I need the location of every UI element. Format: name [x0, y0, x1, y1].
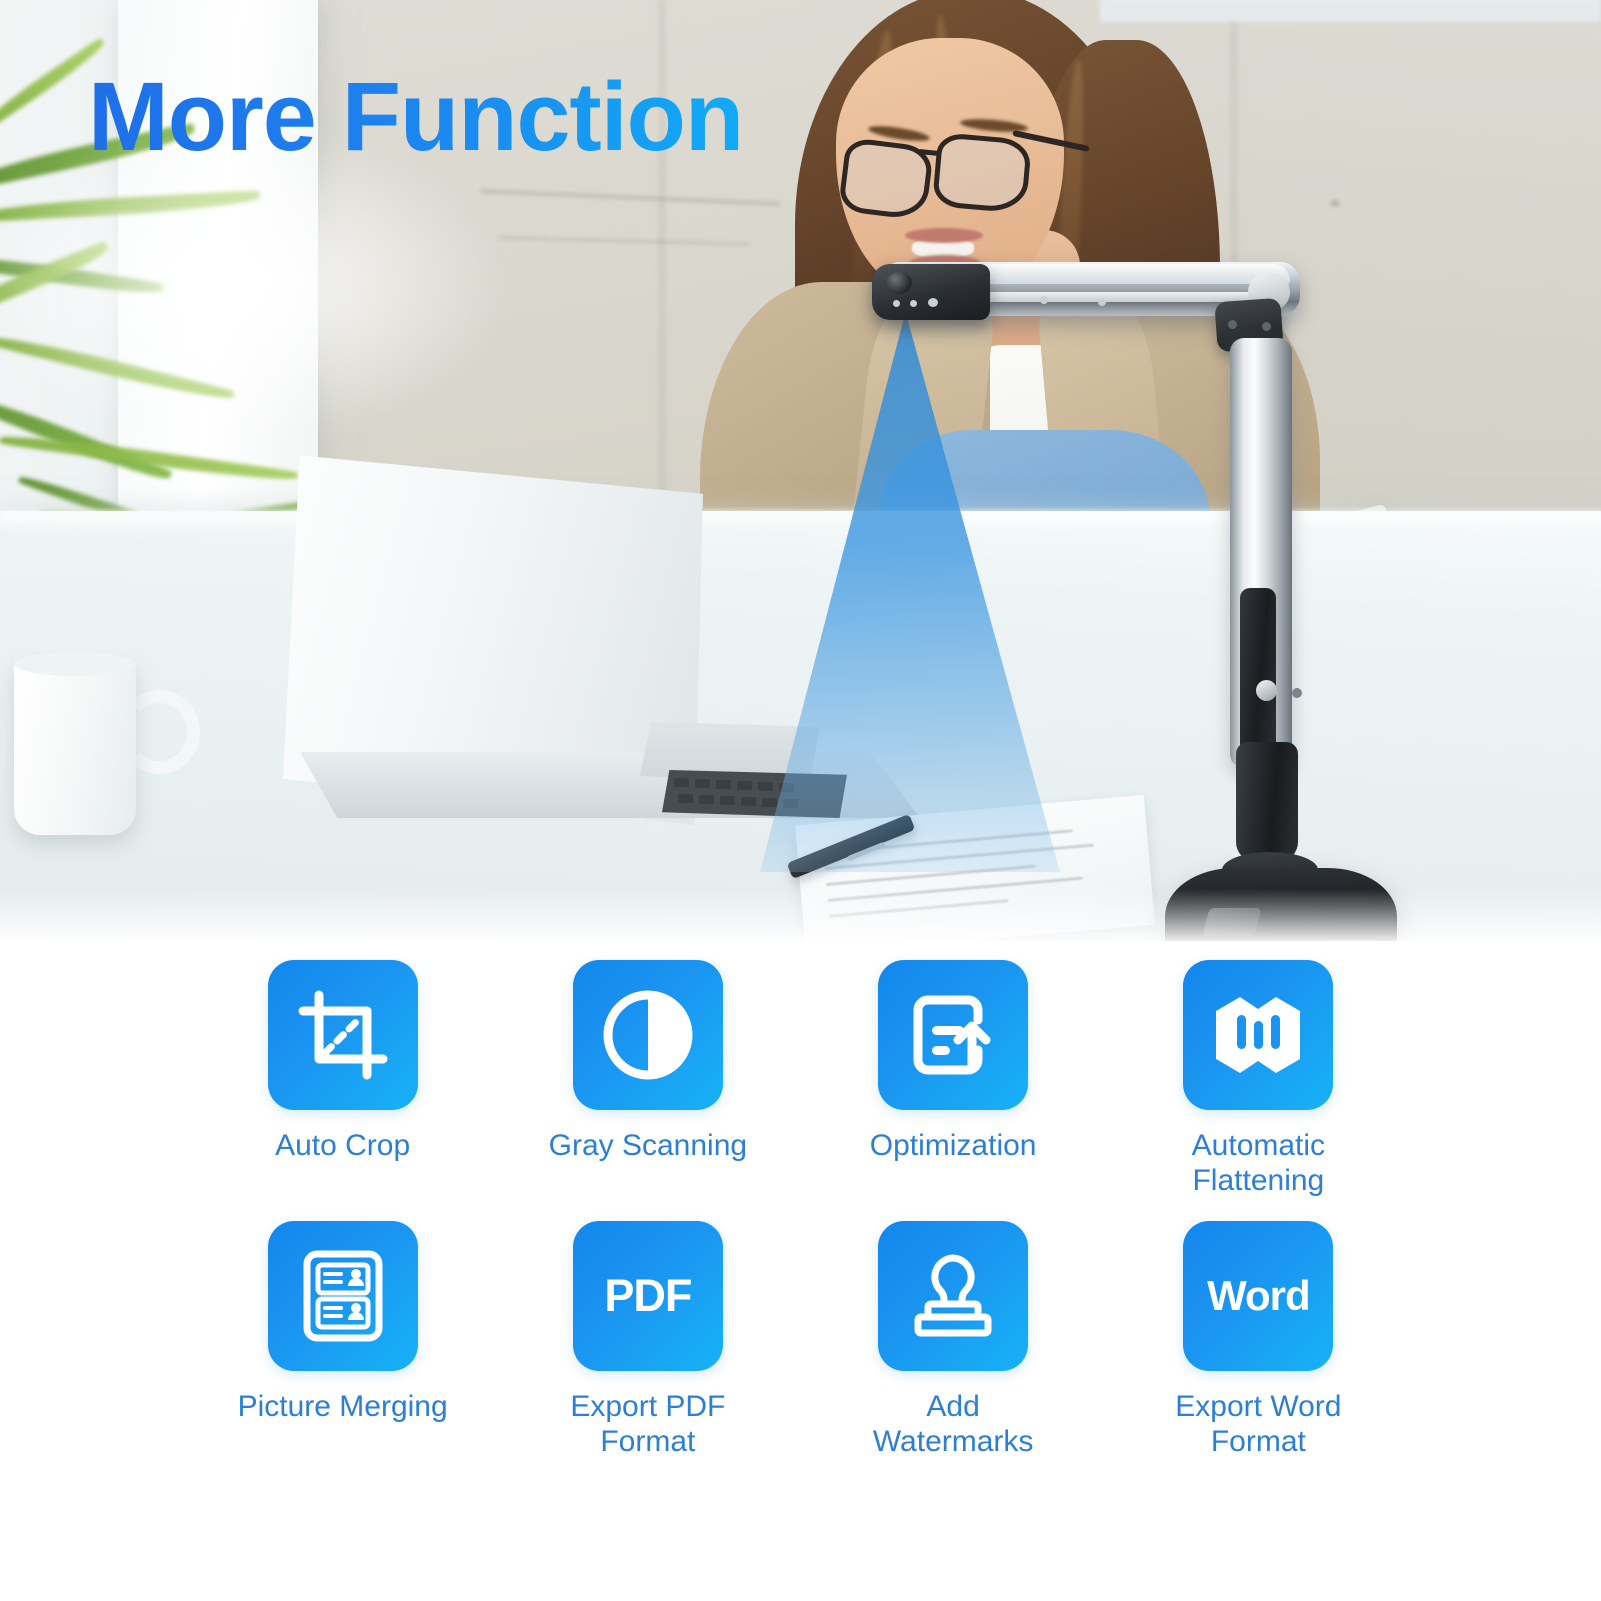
feature-label-line: Optimization: [869, 1129, 1037, 1162]
mug-rim: [14, 652, 136, 676]
feature-optimization[interactable]: Optimization: [801, 960, 1106, 1199]
crop-icon: [267, 960, 418, 1110]
feature-automatic-flattening[interactable]: Automatic Flattening: [1106, 960, 1411, 1199]
scanner-hinge-screw: [1228, 320, 1237, 329]
upper-lip: [905, 228, 983, 243]
feature-gray-scanning[interactable]: Gray Scanning: [495, 960, 800, 1199]
desk-back-edge: [1100, 0, 1601, 22]
feature-label: Automatic Flattening: [1192, 1128, 1325, 1199]
page-title: More Function: [88, 62, 744, 171]
id-card-list-icon: [267, 1220, 418, 1371]
contrast-circle-icon: [572, 960, 723, 1110]
feature-auto-crop[interactable]: Auto Crop: [190, 960, 495, 1199]
scanner-arm-screw: [1098, 298, 1106, 306]
wall-speck: [1330, 200, 1340, 207]
feature-label-line: Automatic: [1191, 1129, 1326, 1162]
scanner-column-screw: [1292, 688, 1302, 698]
glasses-lens-right: [931, 132, 1033, 214]
stamp-icon: [878, 1220, 1029, 1371]
feature-add-watermarks[interactable]: Add Watermarks: [801, 1220, 1106, 1460]
feature-picture-merging[interactable]: Picture Merging: [190, 1220, 495, 1460]
feature-label-line: Watermarks: [872, 1425, 1034, 1459]
feature-export-word[interactable]: Word Export Word Format: [1106, 1220, 1411, 1460]
feature-label: Auto Crop: [275, 1128, 410, 1163]
scanner-camera-lens: [886, 272, 912, 294]
feature-label: Picture Merging: [238, 1389, 448, 1424]
scanner-column-panel: [1240, 588, 1276, 768]
scanner-hinge-screw: [1262, 322, 1271, 331]
scanner-camera-head: [872, 264, 990, 320]
desk-front-edge: [0, 511, 1601, 531]
scanner-power-button[interactable]: [1256, 680, 1277, 701]
feature-label: Optimization: [870, 1128, 1037, 1163]
feature-label-line: Auto Crop: [275, 1129, 411, 1162]
feature-label-line: Format: [600, 1425, 696, 1459]
feature-label-line: Format: [1210, 1425, 1306, 1459]
feature-label: Gray Scanning: [549, 1128, 747, 1163]
product-feature-page: More Function Auto Crop Gray Scanning Op…: [0, 0, 1601, 1601]
scanner-indicator-led: [893, 300, 900, 307]
word-wordmark-icon: Word: [1183, 1220, 1334, 1371]
document-upload-icon: [878, 960, 1029, 1110]
photo-bottom-fade: [0, 889, 1601, 941]
folded-map-icon: [1183, 960, 1334, 1110]
feature-label-line: Flattening: [1192, 1164, 1325, 1198]
pdf-wordmark-icon: PDF: [572, 1220, 723, 1371]
feature-label: Export PDF Format: [570, 1389, 725, 1460]
feature-label-line: Export Word: [1175, 1389, 1342, 1423]
feature-label: Add Watermarks: [873, 1389, 1034, 1460]
scanner-indicator-led: [910, 300, 917, 307]
feature-label: Export Word Format: [1175, 1389, 1341, 1460]
feature-label-line: Export PDF: [570, 1389, 726, 1423]
scanner-indicator-led: [928, 298, 938, 307]
scanner-column-neck: [1236, 742, 1298, 862]
feature-label-line: Gray Scanning: [548, 1129, 748, 1162]
feature-label-line: Add: [926, 1389, 980, 1423]
feature-grid: Auto Crop Gray Scanning Optimization Aut…: [0, 960, 1601, 1460]
feature-label-line: Picture Merging: [237, 1389, 448, 1423]
feature-export-pdf[interactable]: PDF Export PDF Format: [495, 1220, 800, 1460]
pdf-wordmark-text: PDF: [604, 1270, 692, 1322]
scanner-arm-screw: [1040, 296, 1048, 304]
coffee-mug: [14, 660, 136, 835]
word-wordmark-text: Word: [1207, 1271, 1311, 1319]
